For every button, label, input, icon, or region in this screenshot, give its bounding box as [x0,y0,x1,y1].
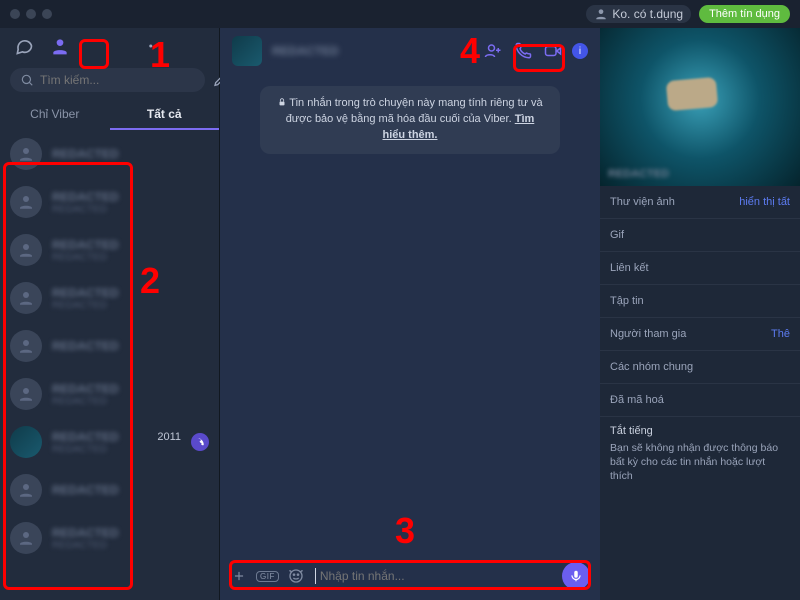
info-row-common-groups[interactable]: Các nhóm chung [600,350,800,383]
mute-title: Tắt tiếng [610,425,790,437]
user-icon [594,7,608,21]
avatar [10,330,42,362]
zoom-dot[interactable] [42,9,52,19]
add-credit-button[interactable]: Thêm tín dụng [699,5,790,23]
attach-icon[interactable] [230,567,248,585]
chat-panel: REDACTED i Tin nhắn trong trò chu [220,28,600,600]
search-input[interactable] [10,68,205,92]
more-icon[interactable] [146,36,166,56]
minimize-dot[interactable] [26,9,36,19]
profile-image[interactable]: REDACTED [600,28,800,186]
avatar [10,186,42,218]
privacy-notice: Tin nhắn trong trò chuyện này mang tính … [260,86,560,154]
tab-all[interactable]: Tất cả [110,100,220,130]
close-dot[interactable] [10,9,20,19]
list-item[interactable]: REDACTED [0,130,219,178]
gif-icon[interactable]: GIF [256,571,279,582]
avatar [10,138,42,170]
privacy-text: Tin nhắn trong trò chuyện này mang tính … [286,97,543,125]
list-item[interactable]: REDACTEDREDACTED [0,514,219,562]
list-item[interactable]: REDACTEDREDACTED [0,226,219,274]
info-row-photos[interactable]: Thư viện ảnh hiển thị tất [600,186,800,218]
list-item[interactable]: REDACTEDREDACTED [0,178,219,226]
avatar [10,522,42,554]
avatar [10,234,42,266]
window-controls[interactable] [10,9,52,19]
search-field[interactable] [40,73,195,87]
avatar [10,426,42,458]
chat-avatar[interactable] [232,36,262,66]
info-row-mute[interactable]: Tắt tiếng Bạn sẽ không nhận được thông b… [600,416,800,496]
title-bar: Ko. có t.dụng Thêm tín dụng [0,0,800,28]
contact-list[interactable]: REDACTED REDACTEDREDACTED REDACTEDREDACT… [0,130,219,600]
chat-contact-name: REDACTED [272,44,472,58]
chat-header: REDACTED i [220,28,600,74]
message-field[interactable] [320,569,552,583]
message-input[interactable] [315,568,552,584]
sidebar: Chỉ Viber Tất cả REDACTED REDACTEDREDACT… [0,28,220,600]
audio-call-icon[interactable] [512,40,534,62]
sticker-icon[interactable] [287,567,305,585]
add-participant-link[interactable]: Thê [771,328,790,340]
chat-body: Tin nhắn trong trò chuyện này mang tính … [220,74,600,556]
info-row-participants[interactable]: Người tham gia Thê [600,317,800,350]
info-icon[interactable]: i [572,43,588,59]
list-item[interactable]: REDACTED2011 REDACTED [0,418,219,466]
contacts-tab-icon[interactable] [50,36,70,56]
info-row-gif[interactable]: Gif [600,218,800,251]
credit-label: Ko. có t.dụng [612,7,683,21]
mute-description: Bạn sẽ không nhận được thông báo bất kỳ … [610,441,790,484]
info-row-encrypted[interactable]: Đã mã hoá [600,383,800,416]
info-panel: REDACTED Thư viện ảnh hiển thị tất Gif L… [600,28,800,600]
list-item[interactable]: REDACTEDREDACTED [0,274,219,322]
list-item[interactable]: REDACTEDREDACTED [0,370,219,418]
avatar [10,282,42,314]
video-call-icon[interactable] [542,40,564,62]
chat-input-bar: GIF [230,562,590,590]
avatar [10,378,42,410]
credit-status[interactable]: Ko. có t.dụng [586,5,691,23]
voice-message-button[interactable] [562,562,590,590]
lock-icon [277,97,287,107]
chats-tab-icon[interactable] [14,36,34,56]
list-item[interactable]: REDACTED [0,466,219,514]
add-contact-icon[interactable] [482,40,504,62]
info-label: Thư viện ảnh [610,196,675,208]
viber-badge-icon [191,433,209,451]
show-all-link[interactable]: hiển thị tất [739,196,790,208]
avatar [10,474,42,506]
info-row-links[interactable]: Liên kết [600,251,800,284]
tab-viber-only[interactable]: Chỉ Viber [0,100,110,130]
list-item[interactable]: REDACTED [0,322,219,370]
search-icon [20,73,34,87]
info-row-files[interactable]: Tập tin [600,284,800,317]
